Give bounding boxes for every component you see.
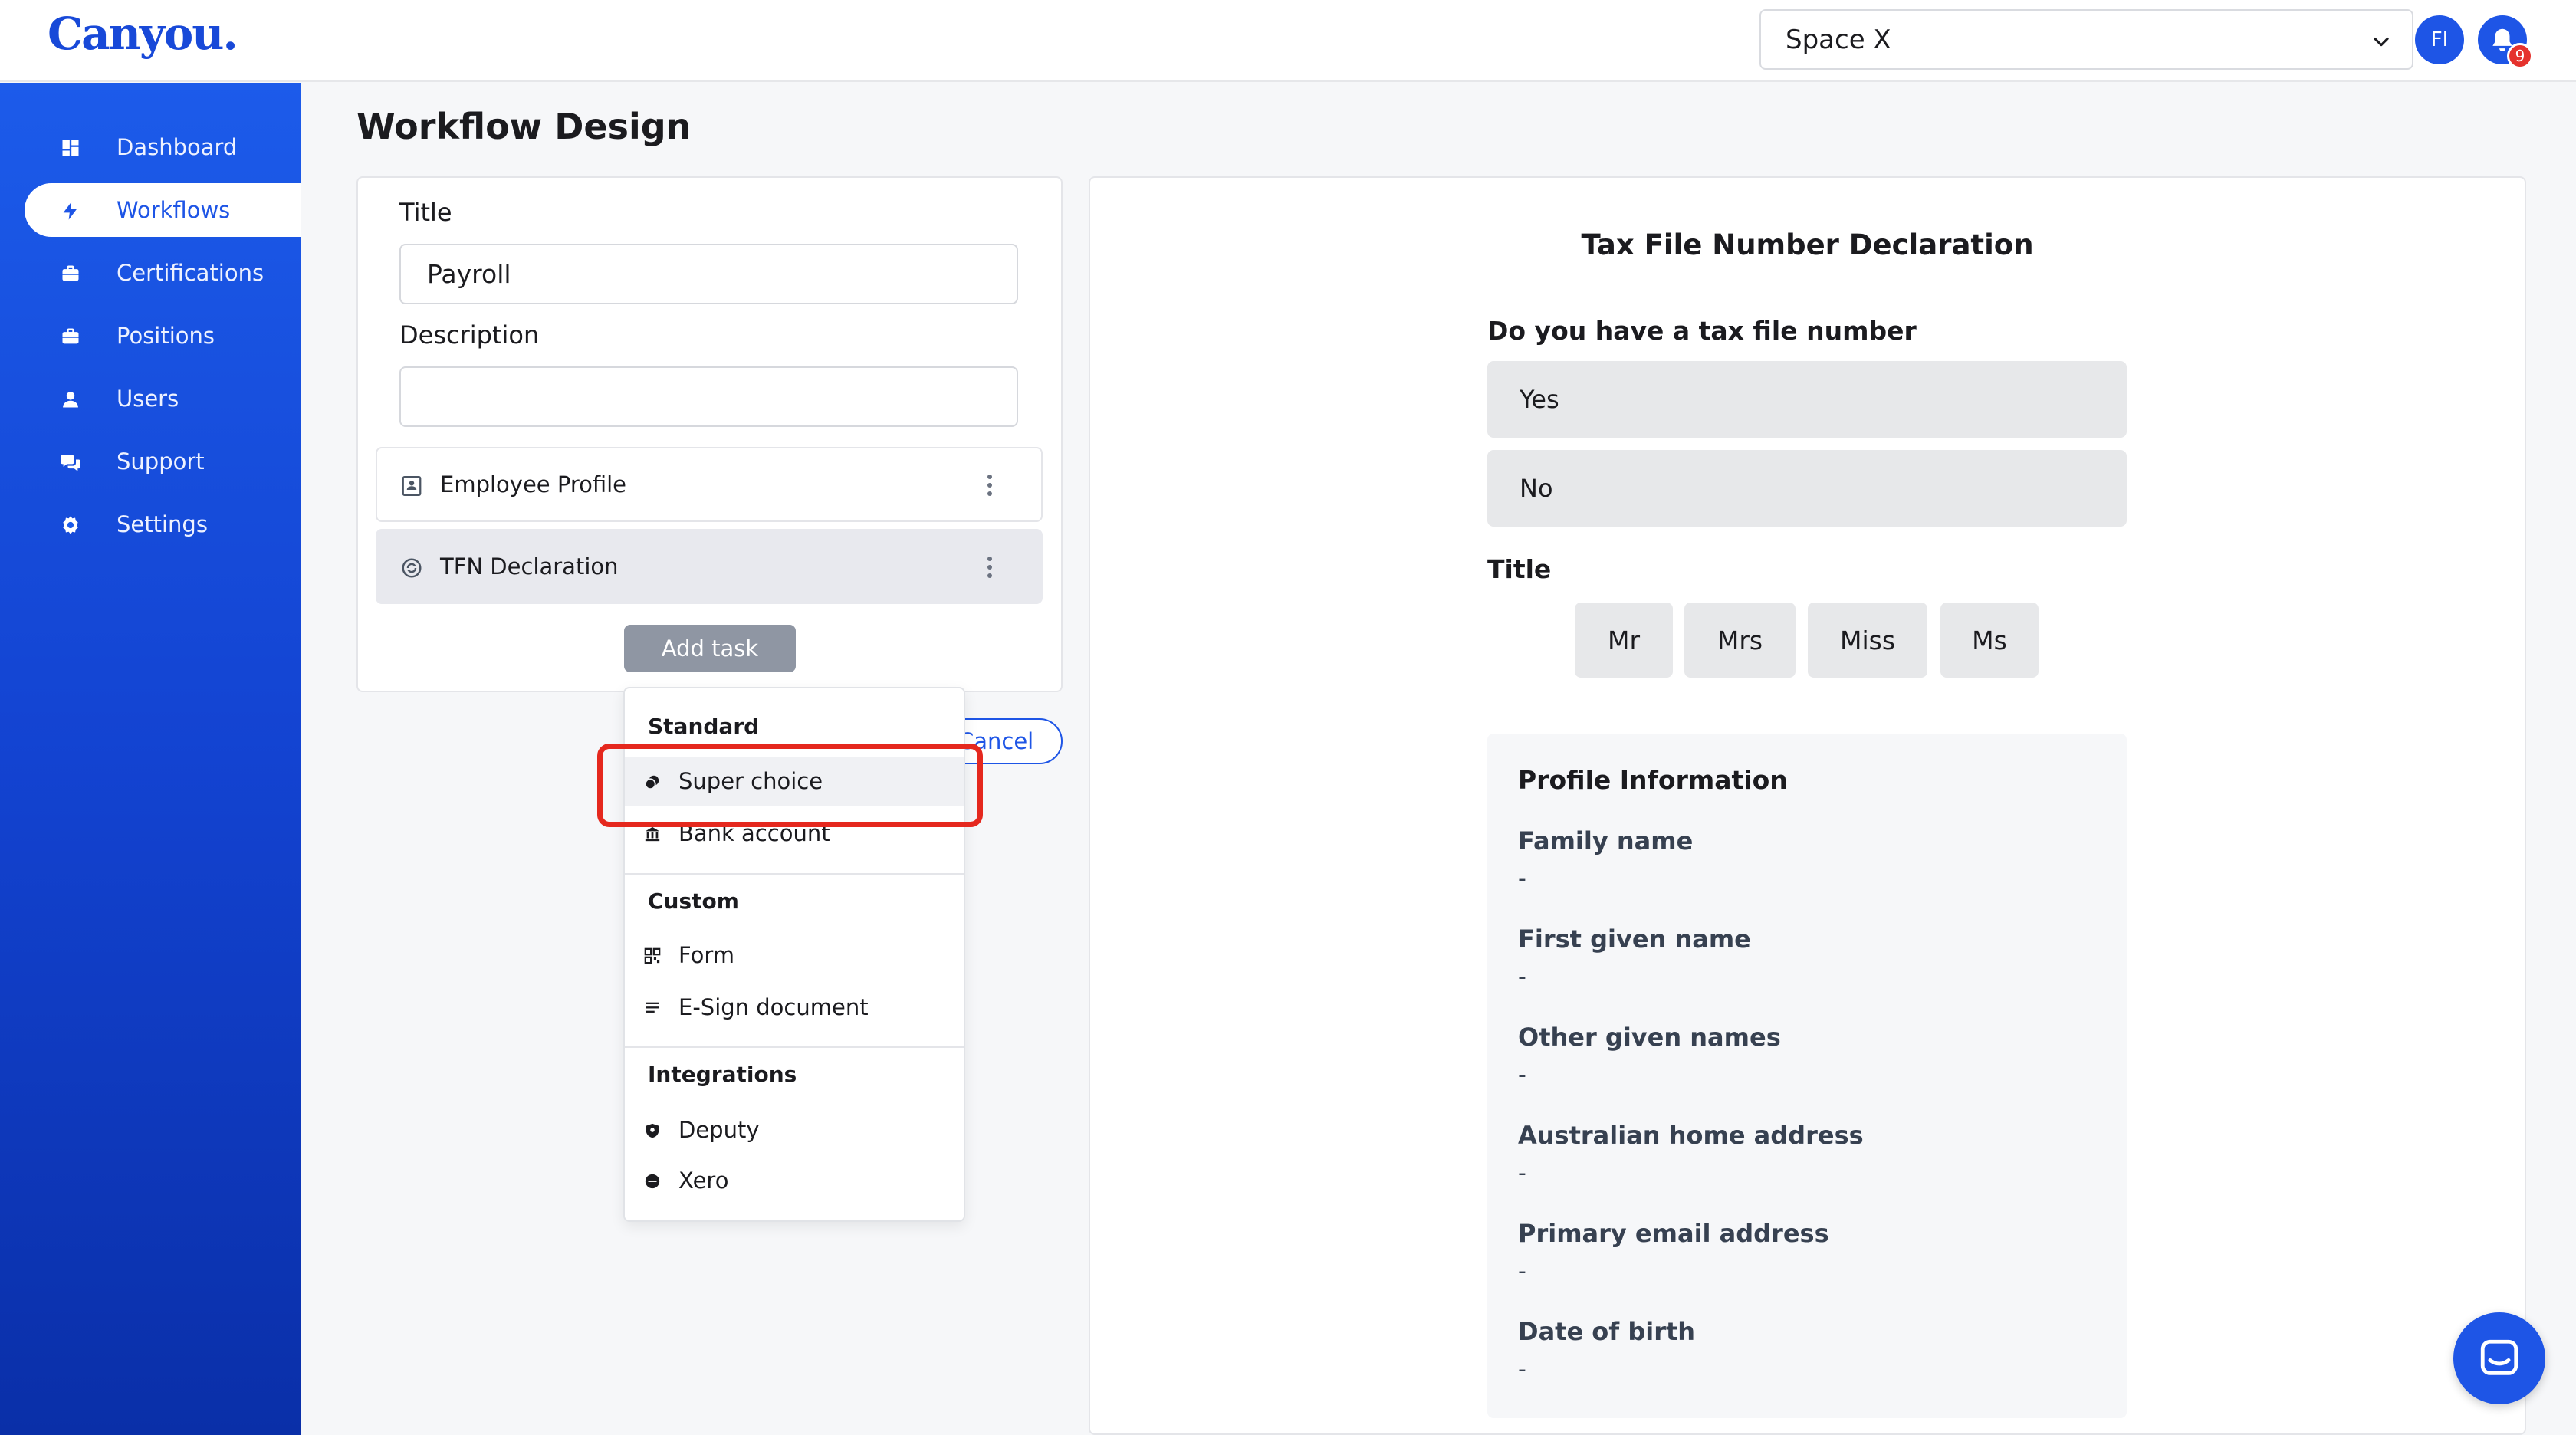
space-select[interactable]: Space X	[1760, 9, 2413, 70]
sidebar-item-workflows[interactable]: Workflows	[25, 183, 301, 237]
field-label-family-name: Family name	[1518, 826, 1694, 855]
add-task-button[interactable]: Add task	[624, 625, 796, 672]
dropdown-divider	[625, 1046, 964, 1048]
sidebar-item-label: Support	[117, 448, 205, 475]
profile-card-icon	[402, 476, 422, 496]
tfn-question-label: Do you have a tax file number	[1487, 316, 1917, 346]
chat-icon	[2480, 1339, 2518, 1375]
chevron-down-icon	[2374, 37, 2389, 47]
field-value-email-address: -	[1518, 1258, 1526, 1285]
field-label-home-address: Australian home address	[1518, 1121, 1864, 1150]
notification-count-badge: 9	[2507, 43, 2533, 69]
field-value-home-address: -	[1518, 1160, 1526, 1187]
chat-bubbles-icon	[61, 455, 80, 471]
field-label-date-of-birth: Date of birth	[1518, 1317, 1696, 1346]
top-bar: Canyou. Space X FI 9	[0, 0, 2576, 82]
sidebar-item-positions[interactable]: Positions	[25, 309, 301, 363]
menu-item-e-sign-document[interactable]: E-Sign document	[625, 983, 964, 1032]
dropdown-heading-custom: Custom	[648, 888, 739, 914]
dropdown-heading-integrations: Integrations	[648, 1062, 797, 1087]
field-label-other-given-names: Other given names	[1518, 1023, 1781, 1052]
field-value-other-given-names: -	[1518, 1062, 1526, 1089]
title-input-value: Payroll	[427, 259, 511, 289]
sidebar-item-label: Settings	[117, 511, 208, 537]
menu-item-label: Xero	[678, 1167, 729, 1194]
sidebar-item-dashboard[interactable]: Dashboard	[25, 120, 301, 174]
option-no[interactable]: No	[1487, 450, 2127, 527]
menu-item-label: Deputy	[678, 1117, 760, 1143]
chat-widget-button[interactable]	[2453, 1312, 2545, 1404]
title-option-mrs[interactable]: Mrs	[1684, 603, 1796, 678]
sidebar-item-label: Workflows	[117, 197, 231, 223]
title-input[interactable]: Payroll	[399, 244, 1018, 304]
sidebar-item-settings[interactable]: Settings	[25, 497, 301, 551]
user-avatar[interactable]: FI	[2415, 15, 2464, 64]
description-label: Description	[399, 320, 540, 350]
task-label: Employee Profile	[440, 471, 627, 497]
title-option-miss[interactable]: Miss	[1808, 603, 1927, 678]
document-lines-icon	[646, 1002, 659, 1013]
menu-item-xero[interactable]: Xero	[625, 1156, 964, 1205]
kebab-menu-icon[interactable]	[986, 473, 994, 497]
canyou-logo[interactable]: Canyou.	[48, 8, 238, 60]
gear-icon	[63, 516, 78, 534]
title-option-mr[interactable]: Mr	[1575, 603, 1673, 678]
space-select-value: Space X	[1786, 24, 1891, 55]
task-employee-profile[interactable]: Employee Profile	[376, 447, 1043, 522]
xero-icon	[645, 1174, 660, 1189]
shield-icon	[646, 1123, 659, 1138]
highlight-annotation	[597, 744, 983, 827]
option-yes[interactable]: Yes	[1487, 361, 2127, 438]
menu-item-label: Form	[678, 942, 735, 968]
sidebar-item-label: Dashboard	[117, 134, 238, 160]
tfn-icon	[402, 558, 422, 578]
menu-item-deputy[interactable]: Deputy	[625, 1105, 964, 1154]
preview-title: Tax File Number Declaration	[1581, 228, 2034, 261]
sidebar-item-label: Users	[117, 386, 179, 412]
title-question-label: Title	[1487, 554, 1552, 584]
task-label: TFN Declaration	[440, 553, 619, 580]
briefcase-icon	[62, 328, 79, 344]
dropdown-divider	[625, 873, 964, 875]
sidebar-item-label: Positions	[117, 323, 215, 349]
bank-icon	[645, 826, 660, 842]
user-icon	[63, 392, 78, 408]
sidebar-item-label: Certifications	[117, 260, 264, 286]
menu-item-form[interactable]: Form	[625, 931, 964, 980]
menu-item-label: E-Sign document	[678, 994, 869, 1020]
lightning-icon	[63, 202, 77, 220]
description-input[interactable]	[399, 366, 1018, 427]
title-option-ms[interactable]: Ms	[1940, 603, 2039, 678]
field-value-family-name: -	[1518, 865, 1526, 892]
field-label-email-address: Primary email address	[1518, 1219, 1829, 1248]
page-title: Workflow Design	[356, 106, 692, 147]
field-value-first-given-name: -	[1518, 964, 1526, 990]
field-label-first-given-name: First given name	[1518, 924, 1751, 954]
qr-form-icon	[644, 947, 661, 964]
grid-icon	[62, 140, 79, 156]
title-label: Title	[399, 198, 452, 227]
sidebar-item-support[interactable]: Support	[25, 435, 301, 488]
dropdown-heading-standard: Standard	[648, 714, 760, 739]
sidebar-item-certifications[interactable]: Certifications	[25, 246, 301, 300]
sidebar-item-users[interactable]: Users	[25, 372, 301, 425]
kebab-menu-icon[interactable]	[986, 555, 994, 580]
briefcase-icon	[62, 265, 79, 281]
field-value-date-of-birth: -	[1518, 1356, 1526, 1383]
profile-heading: Profile Information	[1518, 765, 1788, 795]
task-tfn-declaration[interactable]: TFN Declaration	[376, 529, 1043, 604]
